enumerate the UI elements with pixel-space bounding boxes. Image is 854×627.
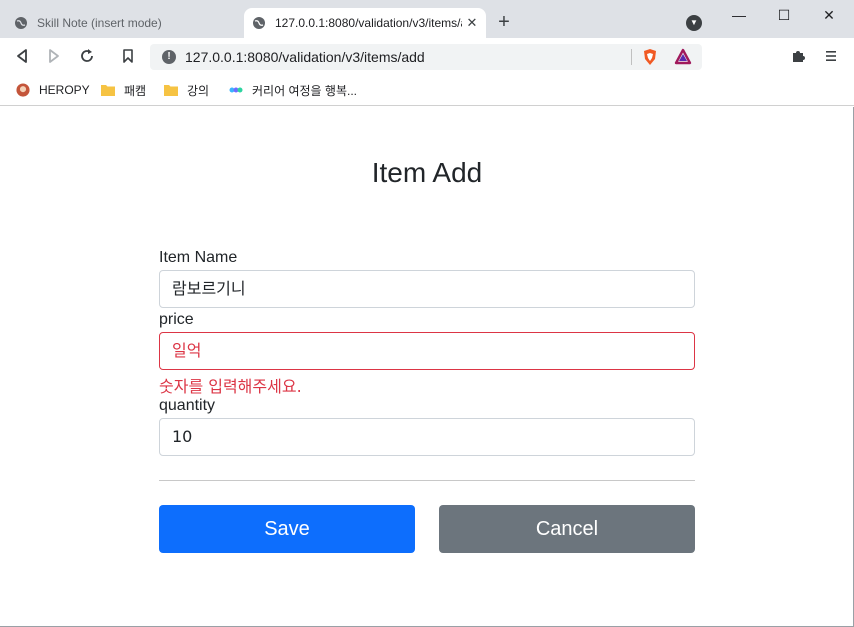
brave-shield-icon[interactable] xyxy=(641,48,659,66)
folder-icon xyxy=(101,85,115,96)
address-bar[interactable]: ! 127.0.0.1:8080/validation/v3/items/add xyxy=(150,44,702,70)
price-label: price xyxy=(159,311,194,328)
back-icon[interactable] xyxy=(12,46,32,66)
tab-strip: Skill Note (insert mode) 127.0.0.1:8080/… xyxy=(0,0,854,38)
save-button[interactable]: Save xyxy=(159,505,415,553)
tab-search-icon[interactable]: ▼ xyxy=(686,15,702,31)
bookmark-folder-2[interactable]: 강의 xyxy=(163,81,209,99)
tab-skill-note[interactable]: Skill Note (insert mode) xyxy=(8,8,240,38)
price-input[interactable]: 일억 xyxy=(159,332,695,370)
maximize-button[interactable]: ☐ xyxy=(761,4,807,26)
menu-icon[interactable] xyxy=(821,46,841,66)
bookmark-career[interactable]: 커리어 여정을 행복... xyxy=(228,81,357,99)
item-name-label: Item Name xyxy=(159,249,238,266)
bookmark-icon[interactable] xyxy=(118,46,138,66)
bookmark-label: HEROPY xyxy=(39,83,90,97)
bookmark-label: 강의 xyxy=(187,83,210,98)
site-info-icon[interactable]: ! xyxy=(162,50,176,64)
bookmark-label: 커리어 여정을 행복... xyxy=(252,83,357,98)
forward-icon[interactable] xyxy=(44,46,64,66)
reload-icon[interactable] xyxy=(77,46,97,66)
close-window-button[interactable]: ✕ xyxy=(806,4,852,26)
price-error-message: 숫자를 입력해주세요. xyxy=(159,377,302,396)
bookmark-heropy[interactable]: HEROPY xyxy=(15,81,90,99)
tab-title: Skill Note (insert mode) xyxy=(37,16,162,30)
new-tab-button[interactable]: + xyxy=(494,11,514,35)
bookmarks-bar: HEROPY 패캠 강의 커리어 여정을 행복... xyxy=(0,74,854,106)
bookmark-label: 패캠 xyxy=(124,83,147,98)
globe-icon xyxy=(15,17,27,29)
tab-validation-items-add[interactable]: 127.0.0.1:8080/validation/v3/items/add ✕ xyxy=(244,8,486,38)
dots-logo-icon xyxy=(229,87,243,93)
quantity-label: quantity xyxy=(159,397,216,414)
cancel-button[interactable]: Cancel xyxy=(439,505,695,553)
quantity-input[interactable]: 10 xyxy=(159,418,695,456)
page-title: Item Add xyxy=(371,157,483,188)
page-content: Item Add Item Name 람보르기니 price 일억 숫자를 입력… xyxy=(1,107,853,626)
bookmark-folder-1[interactable]: 패캠 xyxy=(100,81,146,99)
extensions-icon[interactable] xyxy=(789,46,809,66)
browser-toolbar: ! 127.0.0.1:8080/validation/v3/items/add xyxy=(0,38,854,74)
form-divider xyxy=(159,480,695,481)
url-text: 127.0.0.1:8080/validation/v3/items/add xyxy=(185,49,425,65)
close-tab-icon[interactable]: ✕ xyxy=(462,15,482,31)
folder-icon xyxy=(164,85,178,96)
minimize-button[interactable]: — xyxy=(716,4,762,26)
omnibox-separator xyxy=(631,49,632,65)
item-name-input[interactable]: 람보르기니 xyxy=(159,270,695,308)
globe-icon xyxy=(253,17,265,29)
tab-title: 127.0.0.1:8080/validation/v3/items/add xyxy=(275,16,462,30)
avatar-icon xyxy=(16,83,30,97)
brave-rewards-icon[interactable] xyxy=(674,48,692,66)
